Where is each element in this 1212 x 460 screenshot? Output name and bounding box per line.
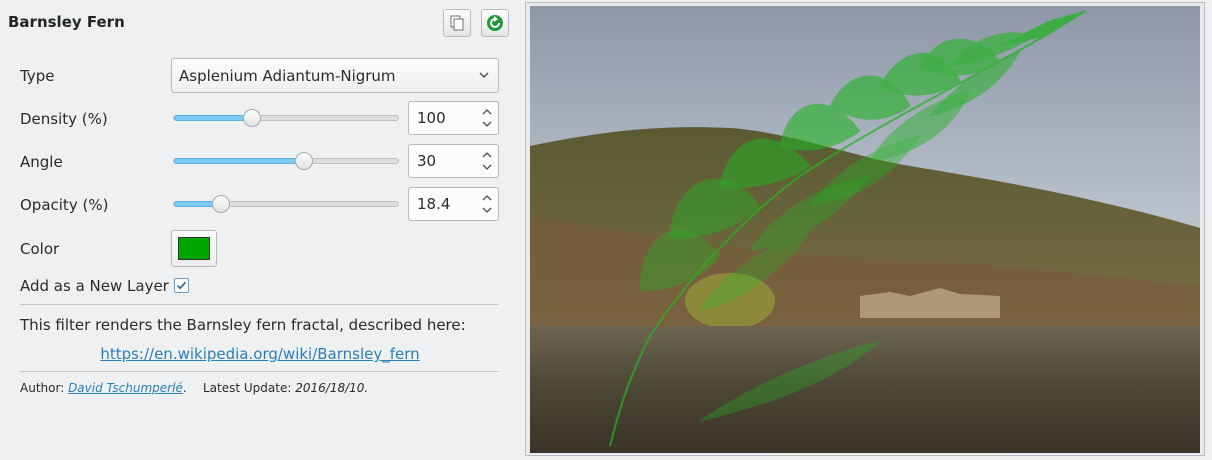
description-text: This filter renders the Barnsley fern fr… bbox=[20, 316, 466, 334]
angle-label: Angle bbox=[20, 153, 63, 171]
density-slider[interactable] bbox=[173, 109, 399, 127]
update-label: Latest Update: bbox=[203, 381, 292, 395]
spin-arrows-icon[interactable] bbox=[481, 193, 493, 215]
density-slider-handle[interactable] bbox=[243, 109, 261, 127]
update-info: Latest Update: 2016/18/10. bbox=[203, 381, 368, 395]
preview-area[interactable] bbox=[525, 2, 1205, 456]
description-link-row: https://en.wikipedia.org/wiki/Barnsley_f… bbox=[0, 345, 520, 363]
density-slider-fill bbox=[174, 115, 252, 121]
new-layer-checkbox[interactable] bbox=[174, 278, 189, 293]
update-value: 2016/18/10. bbox=[295, 381, 369, 395]
new-layer-label: Add as a New Layer bbox=[20, 277, 169, 295]
angle-value: 30 bbox=[417, 152, 437, 170]
angle-slider[interactable] bbox=[173, 152, 399, 170]
angle-slider-handle[interactable] bbox=[295, 152, 313, 170]
color-label: Color bbox=[20, 240, 60, 258]
copy-button[interactable] bbox=[443, 9, 471, 37]
author-info: Author: David Tschumperlé. bbox=[20, 381, 187, 395]
filter-title: Barnsley Fern bbox=[8, 13, 125, 31]
author-label: Author: bbox=[20, 381, 65, 395]
density-value: 100 bbox=[417, 109, 446, 127]
opacity-spinbox[interactable]: 18.4 bbox=[408, 187, 499, 221]
refresh-button[interactable] bbox=[481, 9, 509, 37]
wikipedia-link[interactable]: https://en.wikipedia.org/wiki/Barnsley_f… bbox=[100, 345, 419, 363]
type-select-value: Asplenium Adiantum-Nigrum bbox=[179, 66, 396, 85]
angle-slider-fill bbox=[174, 158, 304, 164]
type-label: Type bbox=[20, 67, 55, 85]
author-link[interactable]: David Tschumperlé bbox=[68, 381, 183, 395]
opacity-slider-handle[interactable] bbox=[212, 195, 230, 213]
spin-arrows-icon[interactable] bbox=[481, 107, 493, 129]
preview-image bbox=[530, 6, 1200, 453]
density-label: Density (%) bbox=[20, 110, 108, 128]
color-picker-button[interactable] bbox=[171, 230, 217, 267]
spin-arrows-icon[interactable] bbox=[481, 150, 493, 172]
chevron-down-icon bbox=[479, 72, 489, 78]
divider bbox=[20, 371, 499, 372]
opacity-slider[interactable] bbox=[173, 195, 399, 213]
checkmark-icon bbox=[176, 281, 187, 290]
refresh-icon bbox=[487, 15, 503, 31]
divider bbox=[20, 304, 499, 305]
opacity-value: 18.4 bbox=[417, 195, 451, 213]
type-select[interactable]: Asplenium Adiantum-Nigrum bbox=[171, 58, 499, 93]
density-spinbox[interactable]: 100 bbox=[408, 101, 499, 135]
author-suffix: . bbox=[182, 381, 187, 395]
opacity-label: Opacity (%) bbox=[20, 196, 109, 214]
angle-spinbox[interactable]: 30 bbox=[408, 144, 499, 178]
copy-icon bbox=[450, 15, 464, 31]
color-swatch bbox=[178, 237, 210, 260]
filter-panel: Barnsley Fern Type Asplenium Adiantum-Ni… bbox=[0, 0, 520, 460]
